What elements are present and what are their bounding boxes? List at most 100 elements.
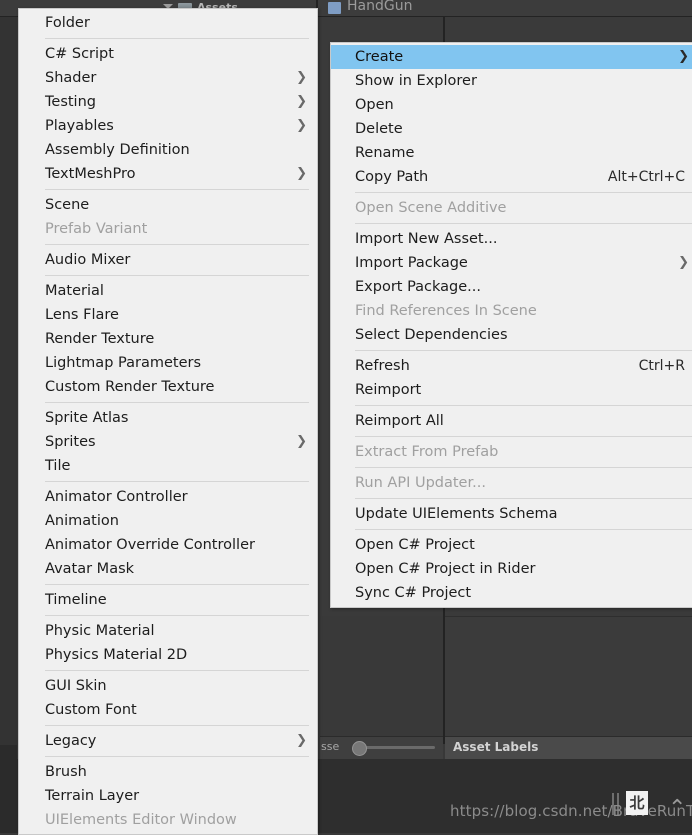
menu-item-sync-c-project[interactable]: Sync C# Project xyxy=(331,581,692,605)
menu-item-open-c-project-in-rider[interactable]: Open C# Project in Rider xyxy=(331,557,692,581)
menu-item-brush[interactable]: Brush xyxy=(19,760,317,784)
menu-item-folder[interactable]: Folder xyxy=(19,11,317,35)
chevron-right-icon: ❯ xyxy=(678,49,689,64)
preview-size-slider-knob[interactable] xyxy=(352,741,367,756)
prefab-icon xyxy=(328,2,341,14)
menu-item-label: Create xyxy=(355,49,404,65)
menu-item-scene[interactable]: Scene xyxy=(19,193,317,217)
menu-item-show-in-explorer[interactable]: Show in Explorer xyxy=(331,69,692,93)
menu-item-label: Copy Path xyxy=(355,169,429,185)
menu-item-open-scene-additive: Open Scene Additive xyxy=(331,196,692,220)
menu-item-textmeshpro[interactable]: TextMeshPro ❯ xyxy=(19,162,317,186)
menu-separator xyxy=(45,402,309,403)
menu-item-animator-override-controller[interactable]: Animator Override Controller xyxy=(19,533,317,557)
menu-item-physic-material[interactable]: Physic Material xyxy=(19,619,317,643)
menu-item-label: Prefab Variant xyxy=(45,221,148,237)
menu-item-timeline[interactable]: Timeline xyxy=(19,588,317,612)
menu-separator xyxy=(355,529,692,530)
menu-item-copy-path[interactable]: Copy Path Alt+Ctrl+C xyxy=(331,165,692,189)
menu-item-run-api-updater: Run API Updater... xyxy=(331,471,692,495)
menu-separator xyxy=(45,756,309,757)
menu-separator xyxy=(45,725,309,726)
menu-item-avatar-mask[interactable]: Avatar Mask xyxy=(19,557,317,581)
menu-item-label: Reimport xyxy=(355,382,422,398)
chevron-right-icon: ❯ xyxy=(296,166,307,181)
menu-item-playables[interactable]: Playables ❯ xyxy=(19,114,317,138)
preview-size-slider-track[interactable] xyxy=(355,746,435,749)
menu-item-label: Scene xyxy=(45,197,90,213)
menu-item-label: Assembly Definition xyxy=(45,142,190,158)
menu-item-extract-from-prefab: Extract From Prefab xyxy=(331,440,692,464)
menu-item-label: Tile xyxy=(45,458,71,474)
menu-separator xyxy=(45,38,309,39)
watermark-badge-icon: 北 xyxy=(626,791,648,815)
menu-item-shortcut: Alt+Ctrl+C xyxy=(607,169,685,185)
menu-separator xyxy=(355,467,692,468)
menu-item-custom-font[interactable]: Custom Font xyxy=(19,698,317,722)
menu-item-select-dependencies[interactable]: Select Dependencies xyxy=(331,323,692,347)
menu-item-gui-skin[interactable]: GUI Skin xyxy=(19,674,317,698)
menu-item-material[interactable]: Material xyxy=(19,279,317,303)
menu-item-label: Open Scene Additive xyxy=(355,200,507,216)
menu-item-delete[interactable]: Delete xyxy=(331,117,692,141)
menu-item-label: Select Dependencies xyxy=(355,327,508,343)
menu-item-label: Avatar Mask xyxy=(45,561,135,577)
preview-pane-left xyxy=(320,616,443,736)
menu-item-render-texture[interactable]: Render Texture xyxy=(19,327,317,351)
menu-item-reimport-all[interactable]: Reimport All xyxy=(331,409,692,433)
menu-separator xyxy=(355,405,692,406)
menu-item-custom-render-texture[interactable]: Custom Render Texture xyxy=(19,375,317,399)
menu-item-physics-material-2d[interactable]: Physics Material 2D xyxy=(19,643,317,667)
menu-item-animator-controller[interactable]: Animator Controller xyxy=(19,485,317,509)
menu-item-label: Open C# Project in Rider xyxy=(355,561,536,577)
menu-item-shader[interactable]: Shader ❯ xyxy=(19,66,317,90)
menu-item-reimport[interactable]: Reimport xyxy=(331,378,692,402)
menu-item-import-package[interactable]: Import Package ❯ xyxy=(331,251,692,275)
menu-item-label: Legacy xyxy=(45,733,97,749)
assets-context-menu[interactable]: Create ❯ Show in Explorer Open Delete Rename C… xyxy=(330,42,692,608)
menu-item-animation[interactable]: Animation xyxy=(19,509,317,533)
menu-item-open-c-project[interactable]: Open C# Project xyxy=(331,533,692,557)
menu-item-label: Lightmap Parameters xyxy=(45,355,202,371)
menu-item-audio-mixer[interactable]: Audio Mixer xyxy=(19,248,317,272)
watermark-url: https://blog.csdn.net/BraveRunTo xyxy=(450,802,692,820)
menu-item-label: Playables xyxy=(45,118,114,134)
menu-item-assembly-definition[interactable]: Assembly Definition xyxy=(19,138,317,162)
create-context-menu[interactable]: Folder C# Script Shader ❯ Testing ❯ Playables ❯… xyxy=(18,8,318,835)
menu-item-label: Animator Override Controller xyxy=(45,537,255,553)
menu-separator xyxy=(45,275,309,276)
menu-item-refresh[interactable]: Refresh Ctrl+R xyxy=(331,354,692,378)
menu-separator xyxy=(355,223,692,224)
menu-item-label: Reimport All xyxy=(355,413,444,429)
menu-item-find-references-in-scene: Find References In Scene xyxy=(331,299,692,323)
menu-item-open[interactable]: Open xyxy=(331,93,692,117)
preview-slider-label: sse xyxy=(321,740,340,753)
menu-item-label: Custom Render Texture xyxy=(45,379,215,395)
menu-item-import-new-asset[interactable]: Import New Asset... xyxy=(331,227,692,251)
menu-item-export-package[interactable]: Export Package... xyxy=(331,275,692,299)
menu-item-testing[interactable]: Testing ❯ xyxy=(19,90,317,114)
menu-item-shortcut: Ctrl+R xyxy=(638,358,685,374)
menu-separator xyxy=(45,189,309,190)
menu-item-label: Rename xyxy=(355,145,415,161)
menu-item-legacy[interactable]: Legacy ❯ xyxy=(19,729,317,753)
menu-item-tile[interactable]: Tile xyxy=(19,454,317,478)
menu-item-update-uielements-schema[interactable]: Update UIElements Schema xyxy=(331,502,692,526)
menu-item-label: Lens Flare xyxy=(45,307,119,323)
menu-item-rename[interactable]: Rename xyxy=(331,141,692,165)
menu-separator xyxy=(45,481,309,482)
menu-item-terrain-layer[interactable]: Terrain Layer xyxy=(19,784,317,808)
chevron-right-icon: ❯ xyxy=(296,733,307,748)
menu-item-c-script[interactable]: C# Script xyxy=(19,42,317,66)
menu-separator xyxy=(45,244,309,245)
menu-separator xyxy=(355,498,692,499)
menu-separator xyxy=(355,192,692,193)
menu-item-label: GUI Skin xyxy=(45,678,107,694)
menu-item-label: Material xyxy=(45,283,104,299)
menu-item-sprites[interactable]: Sprites ❯ xyxy=(19,430,317,454)
menu-item-sprite-atlas[interactable]: Sprite Atlas xyxy=(19,406,317,430)
menu-item-label: Shader xyxy=(45,70,97,86)
menu-item-lightmap-parameters[interactable]: Lightmap Parameters xyxy=(19,351,317,375)
menu-item-create[interactable]: Create ❯ xyxy=(331,45,692,69)
menu-item-lens-flare[interactable]: Lens Flare xyxy=(19,303,317,327)
